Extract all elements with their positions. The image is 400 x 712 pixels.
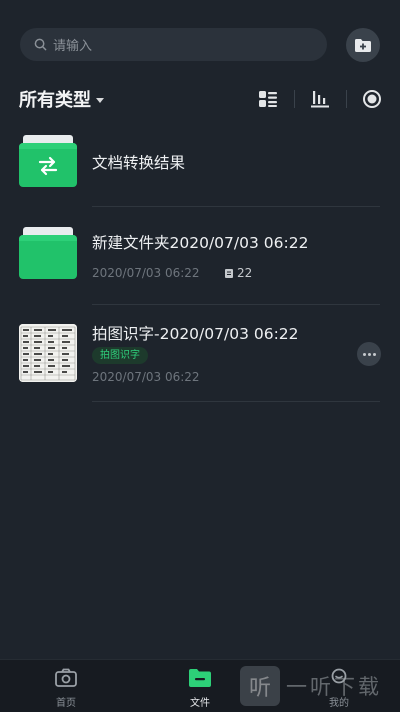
add-folder-button[interactable] bbox=[346, 28, 380, 62]
divider bbox=[92, 304, 380, 305]
tab-home[interactable]: 首页 bbox=[31, 660, 101, 712]
ellipsis-dot-icon bbox=[367, 352, 371, 356]
ellipsis-dot-icon bbox=[362, 352, 366, 356]
divider bbox=[92, 401, 380, 402]
folder-icon bbox=[19, 227, 77, 279]
document-count-icon bbox=[225, 268, 233, 278]
type-filter-dropdown[interactable]: 所有类型 bbox=[19, 86, 104, 112]
camera-icon bbox=[55, 668, 77, 687]
item-date: 2020/07/03 06:22 bbox=[92, 266, 200, 280]
folder-icon bbox=[19, 135, 77, 187]
ellipsis-dot-icon bbox=[372, 352, 376, 356]
convert-arrows-icon bbox=[38, 156, 58, 176]
tab-home-label: 首页 bbox=[56, 698, 76, 709]
grid-list-icon bbox=[259, 91, 277, 107]
search-placeholder: 请输入 bbox=[53, 39, 93, 54]
sort-icon bbox=[311, 91, 329, 108]
divider bbox=[92, 206, 380, 207]
item-date: 2020/07/03 06:22 bbox=[92, 370, 200, 384]
item-title: 文档转换结果 bbox=[92, 154, 186, 172]
category-tag: 拍图识字 bbox=[92, 347, 148, 364]
watermark: 听 一听下载 bbox=[240, 663, 400, 709]
item-count: 22 bbox=[224, 266, 252, 280]
folder-icon bbox=[189, 669, 211, 687]
view-mode-button[interactable] bbox=[257, 88, 279, 110]
more-options-button[interactable] bbox=[357, 342, 381, 366]
caret-down-icon bbox=[96, 97, 104, 103]
watermark-text: 一听下载 bbox=[286, 675, 382, 699]
search-input[interactable]: 请输入 bbox=[20, 28, 327, 61]
select-button[interactable] bbox=[361, 88, 383, 110]
item-title: 新建文件夹2020/07/03 06:22 bbox=[92, 234, 309, 252]
toolbar-divider bbox=[346, 90, 347, 108]
sort-button[interactable] bbox=[309, 88, 331, 110]
spreadsheet-thumbnail-icon bbox=[19, 324, 77, 382]
add-folder-icon bbox=[355, 38, 371, 52]
watermark-logo: 听 bbox=[240, 666, 280, 706]
toolbar-divider bbox=[294, 90, 295, 108]
type-filter-label: 所有类型 bbox=[19, 90, 91, 111]
tab-files[interactable]: 文件 bbox=[165, 660, 235, 712]
item-title: 拍图识字-2020/07/03 06:22 bbox=[92, 325, 299, 343]
item-count-value: 22 bbox=[237, 266, 253, 280]
radio-select-icon bbox=[363, 90, 381, 108]
search-icon bbox=[34, 38, 47, 51]
tab-files-label: 文件 bbox=[190, 698, 210, 709]
